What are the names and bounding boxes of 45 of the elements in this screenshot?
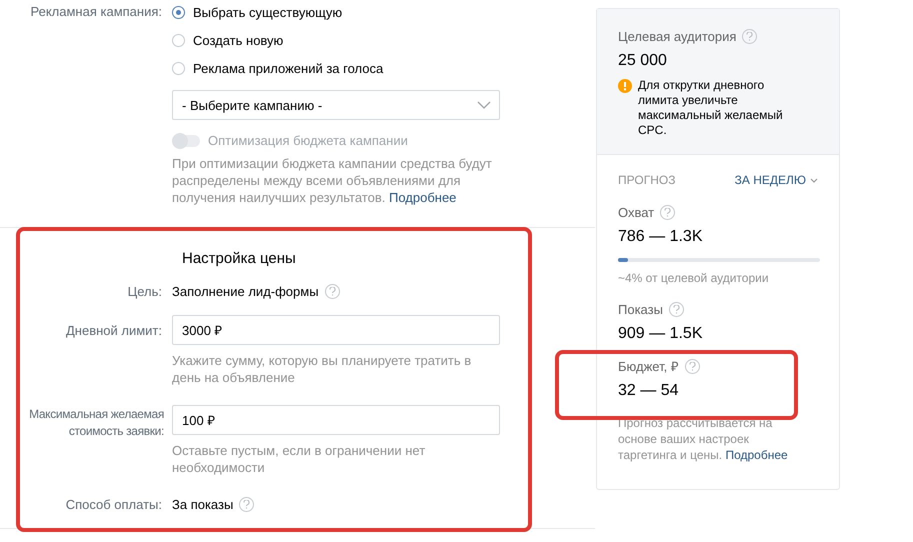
- payment-value: За показы: [172, 496, 234, 513]
- radio-button[interactable]: [172, 62, 185, 74]
- field-label: Рекламная кампания:: [30, 3, 163, 21]
- audience-value: 25 000: [618, 51, 668, 71]
- warning-icon: [618, 79, 632, 93]
- input-field[interactable]: 100 ₽: [172, 405, 500, 435]
- help-icon[interactable]: [239, 497, 254, 512]
- field-label: Максимальная желаемая стоимость заявки:: [28, 406, 165, 440]
- hint-text: Оставьте пустым, если в ограничении нет необходимости: [172, 442, 426, 476]
- more-link[interactable]: Подробнее: [725, 448, 788, 462]
- help-icon[interactable]: [660, 205, 676, 220]
- campaign-select[interactable]: - Выберите кампанию -: [172, 90, 500, 120]
- radio-button[interactable]: [172, 34, 185, 46]
- chevron-down-icon: [477, 101, 491, 109]
- help-icon[interactable]: [668, 302, 684, 317]
- metric-note: ~4% от целевой аудитории: [618, 270, 770, 287]
- radio-label[interactable]: Выбрать существующую: [193, 4, 342, 20]
- field-label: Способ оплаты:: [64, 496, 163, 513]
- metric-label: Показы: [618, 301, 663, 318]
- field-label: Дневной лимит:: [64, 322, 163, 339]
- audience-label: Целевая аудитория: [618, 28, 736, 45]
- metric-value: 32 — 54: [618, 381, 680, 401]
- chevron-down-icon: [810, 178, 818, 183]
- metric-value: 909 — 1.5K: [618, 324, 704, 344]
- forecast-label: ПРОГНОЗ: [618, 172, 676, 189]
- field-label: Цель:: [126, 283, 163, 300]
- footnote-text: Прогноз рассчитывается на основе ваших настроек таргетинга и цены. Подробнее: [618, 415, 789, 463]
- section-title: Настройка цены: [182, 250, 297, 268]
- description-text: При оптимизации бюджета кампании средства будут распределены между всеми объявлениями для получения наилучших результатов. Подробнее: [172, 155, 493, 206]
- help-icon[interactable]: [742, 29, 758, 44]
- period-dropdown[interactable]: ЗА НЕДЕЛЮ: [734, 172, 818, 189]
- metric-label: Бюджет, ₽: [618, 358, 679, 375]
- help-icon[interactable]: [324, 284, 340, 299]
- input-field[interactable]: 3000 ₽: [172, 315, 500, 345]
- toggle-label: Оптимизация бюджета кампании: [208, 132, 408, 149]
- metric-label: Охват: [618, 204, 654, 221]
- metric-value: 786 — 1.3K: [618, 227, 704, 247]
- radio-button[interactable]: [172, 6, 185, 18]
- help-icon[interactable]: [684, 359, 700, 374]
- hint-text: Укажите сумму, которую вы планируете тратить в день на объявление: [172, 352, 472, 386]
- radio-label[interactable]: Реклама приложений за голоса: [193, 60, 384, 76]
- more-link[interactable]: Подробнее: [388, 190, 456, 205]
- warning-text: Для открутки дневного лимита увеличьте максимальный желаемый CPC.: [638, 78, 784, 138]
- goal-value: Заполнение лид-формы: [172, 283, 319, 300]
- radio-label[interactable]: Создать новую: [193, 32, 284, 48]
